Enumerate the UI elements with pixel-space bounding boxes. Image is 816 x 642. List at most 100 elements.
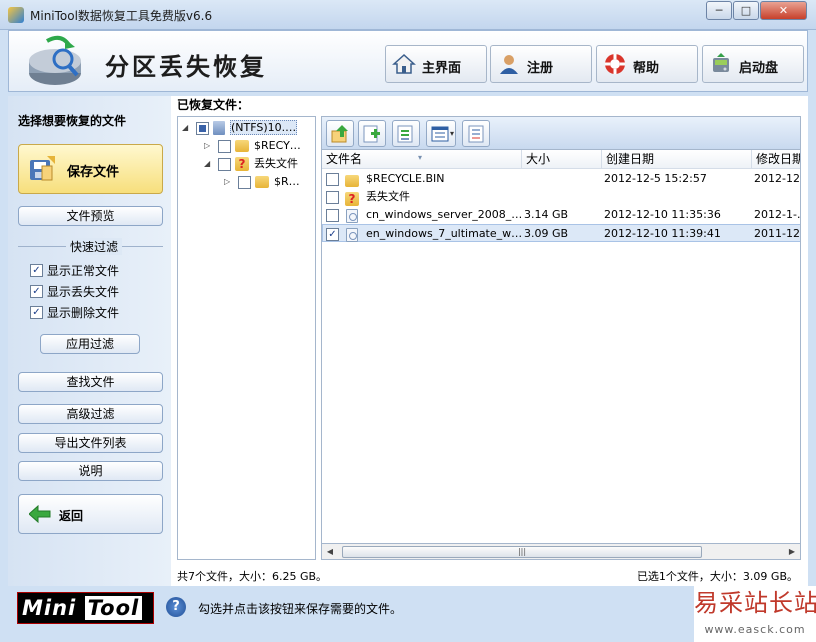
file-modified: 2012-12-… <box>754 172 800 185</box>
disc-image-icon <box>346 209 358 223</box>
save-files-label: 保存文件 <box>67 165 120 180</box>
export-button[interactable] <box>392 120 420 147</box>
column-header-created[interactable]: 创建日期 <box>602 150 752 169</box>
back-button[interactable]: 返回 <box>18 494 163 534</box>
tree-node-label: $R… <box>274 175 300 188</box>
disk-recovery-logo-icon <box>29 35 81 85</box>
find-files-button[interactable]: 查找文件 <box>18 372 163 392</box>
file-checkbox[interactable]: ✓ <box>326 227 339 241</box>
filter-normal-checkbox[interactable]: ✓ <box>30 264 43 277</box>
scroll-left-icon[interactable]: ◀ <box>323 545 337 559</box>
app-icon <box>8 7 24 23</box>
tree-node-lost-files[interactable]: ◢? 丢失文件 <box>204 155 298 173</box>
page-title: 分区丢失恢复 <box>105 53 267 81</box>
scroll-right-icon[interactable]: ▶ <box>785 545 799 559</box>
back-button-label: 返回 <box>59 509 84 523</box>
up-folder-button[interactable] <box>326 120 354 147</box>
sidebar: 选择想要恢复的文件 保存文件 文件预览 快速过滤 ✓ 显示正常文件 ✓ 显示丢失文件… <box>8 96 171 586</box>
quick-filter-group: 快速过滤 <box>18 238 163 255</box>
home-icon <box>392 53 416 74</box>
window-title: MiniTool数据恢复工具免费版v6.6 <box>30 9 213 23</box>
tree-node-recycle-sub[interactable]: ▷ $R… <box>224 173 300 191</box>
footer: Mini Tool ? 勾选并点击该按钮来保存需要的文件。 <box>8 586 808 634</box>
filter-lost-files[interactable]: ✓ 显示丢失文件 <box>30 283 119 299</box>
sidebar-heading: 选择想要恢复的文件 <box>18 114 127 128</box>
filter-deleted-files[interactable]: ✓ 显示删除文件 <box>30 304 119 320</box>
main-content: 已恢复文件： ◢ (NTFS)10.… ▷ $RECY… ◢? 丢失文件 ▷ $R… ▾ <box>171 96 808 586</box>
file-checkbox[interactable] <box>326 208 339 222</box>
horizontal-scrollbar[interactable]: ◀ ||| ▶ <box>321 543 801 560</box>
filter-lost-checkbox[interactable]: ✓ <box>30 285 43 298</box>
header-banner: 分区丢失恢复 主界面 注册 帮助 启动盘 <box>8 30 808 92</box>
column-header-name[interactable]: 文件名 ▾ <box>322 150 522 169</box>
folder-icon <box>255 176 269 188</box>
tree-node-label: (NTFS)10.… <box>230 120 298 135</box>
home-button[interactable]: 主界面 <box>385 45 487 83</box>
apply-filter-button[interactable]: 应用过滤 <box>40 334 140 354</box>
back-arrow-icon <box>29 505 51 523</box>
advanced-filter-button[interactable]: 高级过滤 <box>18 404 163 424</box>
file-row-selected[interactable]: ✓ en_windows_7_ultimate_w… 3.09 GB 2012-… <box>322 224 800 242</box>
filter-normal-label: 显示正常文件 <box>47 264 120 278</box>
tree-checkbox[interactable] <box>238 175 251 189</box>
tree-node-label: 丢失文件 <box>254 157 298 170</box>
file-created: 2012-12-10 11:35:36 <box>604 208 721 221</box>
folder-tree: ◢ (NTFS)10.… ▷ $RECY… ◢? 丢失文件 ▷ $R… <box>177 116 316 560</box>
column-header-size[interactable]: 大小 <box>522 150 602 169</box>
tree-node-recycle[interactable]: ▷ $RECY… <box>204 137 301 155</box>
logo-text-tool: Tool <box>84 596 143 620</box>
tree-checkbox[interactable] <box>218 139 231 153</box>
column-header-modified[interactable]: 修改日期 <box>752 150 800 169</box>
watermark-url: www.easck.com <box>694 620 816 642</box>
tree-expand-icon[interactable]: ▷ <box>224 173 234 191</box>
file-name: en_windows_7_ultimate_w… <box>366 227 521 240</box>
column-header-name-label: 文件名 <box>326 152 363 166</box>
export-file-list-button[interactable]: 导出文件列表 <box>18 433 163 453</box>
help-circle-icon[interactable]: ? <box>166 597 186 617</box>
file-row[interactable]: $RECYCLE.BIN 2012-12-5 15:2:57 2012-12-… <box>322 170 800 188</box>
file-checkbox[interactable] <box>326 172 339 186</box>
file-created: 2012-12-10 11:39:41 <box>604 227 721 240</box>
view-mode-dropdown-icon[interactable]: ▾ <box>450 129 454 138</box>
file-list: 文件名 ▾ 大小 创建日期 修改日期 $RECYCLE.BIN 2012-12-5… <box>321 149 801 560</box>
add-icon <box>363 125 380 143</box>
explanation-button[interactable]: 说明 <box>18 461 163 481</box>
folder-icon <box>235 140 249 152</box>
properties-icon <box>468 125 484 143</box>
maximize-button[interactable]: □ <box>733 1 759 20</box>
help-button-label: 帮助 <box>633 61 660 76</box>
view-mode-icon <box>431 126 449 142</box>
drive-icon <box>213 121 225 135</box>
tree-checkbox[interactable] <box>218 157 231 171</box>
boot-disk-button[interactable]: 启动盘 <box>702 45 804 83</box>
recovered-files-label: 已恢复文件： <box>177 98 250 112</box>
save-files-icon <box>30 156 55 181</box>
tree-checkbox[interactable] <box>196 121 209 135</box>
register-button[interactable]: 注册 <box>490 45 592 83</box>
boot-disk-icon <box>713 53 729 72</box>
file-checkbox[interactable] <box>326 190 339 204</box>
file-row[interactable]: cn_windows_server_2008_… 3.14 GB 2012-12… <box>322 206 800 224</box>
file-name: 丢失文件 <box>366 190 410 203</box>
help-button[interactable]: 帮助 <box>596 45 698 83</box>
properties-button[interactable] <box>462 120 490 147</box>
add-button[interactable] <box>358 120 386 147</box>
file-row[interactable]: ? 丢失文件 <box>322 188 800 206</box>
register-button-label: 注册 <box>527 61 554 76</box>
minimize-button[interactable]: ─ <box>706 1 732 20</box>
save-files-button[interactable]: 保存文件 <box>18 144 163 194</box>
close-button[interactable]: ✕ <box>760 1 807 20</box>
filter-normal-files[interactable]: ✓ 显示正常文件 <box>30 262 119 278</box>
minitool-logo: Mini Tool <box>17 592 154 624</box>
file-preview-button[interactable]: 文件预览 <box>18 206 163 226</box>
home-button-label: 主界面 <box>422 61 462 76</box>
tree-expand-icon[interactable]: ▷ <box>204 137 214 155</box>
tree-expand-icon[interactable]: ◢ <box>204 155 214 173</box>
filter-deleted-checkbox[interactable]: ✓ <box>30 306 43 319</box>
tree-expand-icon[interactable]: ◢ <box>182 119 192 137</box>
file-modified: 2011-12-… <box>754 227 800 240</box>
tree-node-partition[interactable]: ◢ (NTFS)10.… <box>182 119 298 137</box>
total-files-summary: 共7个文件，大小：6.25 GB。 <box>177 570 328 583</box>
lost-folder-icon: ? <box>345 192 359 206</box>
scroll-thumb[interactable]: ||| <box>342 546 702 558</box>
